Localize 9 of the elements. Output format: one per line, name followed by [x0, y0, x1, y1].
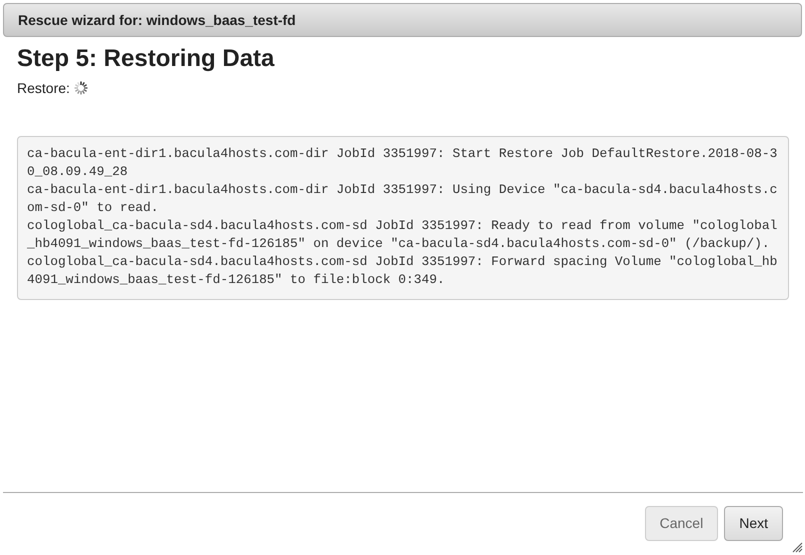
step-heading: Step 5: Restoring Data	[17, 45, 276, 74]
next-button[interactable]: Next	[724, 506, 783, 540]
status-label: Restore:	[17, 78, 70, 98]
resize-grip-icon[interactable]	[792, 542, 803, 553]
log-line: cologlobal_ca-bacula-sd4.bacula4hosts.com-sd JobId 3351997: Ready to read from volume "cologlobal_hb4091_windows_baas_test-fd-126185" on device "ca-bacula-sd4.bacula4hosts.com-sd-0" (/backup/).	[27, 216, 778, 253]
log-line: ca-bacula-ent-dir1.bacula4hosts.com-dir JobId 3351997: Using Device "ca-bacula-sd4.bacula4hosts.com-sd-0" to read.	[27, 180, 778, 217]
log-line: cologlobal_ca-bacula-sd4.bacula4hosts.com-sd JobId 3351997: Forward spacing Volume "cologlobal_hb4091_windows_baas_test-fd-126185" to file:block 0:349.	[27, 252, 778, 289]
spinner-icon	[74, 81, 88, 96]
dialog-title: Rescue wizard for: windows_baas_test-fd	[3, 3, 802, 37]
